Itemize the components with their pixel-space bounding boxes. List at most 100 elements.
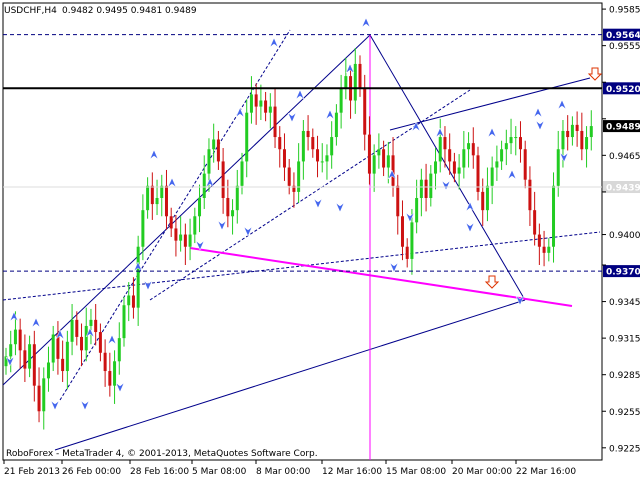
candle-body xyxy=(377,149,381,156)
level-label: 0.9520 xyxy=(606,85,640,95)
candle-body xyxy=(264,100,268,113)
y-tick-label: 0.9285 xyxy=(609,371,640,381)
candle-body xyxy=(131,295,135,308)
candle-body xyxy=(457,167,461,174)
candle-body xyxy=(415,197,419,223)
candle-body xyxy=(61,358,65,372)
candle-body xyxy=(495,161,499,168)
candle-body xyxy=(476,155,480,192)
candle-body xyxy=(537,234,541,247)
candle-body xyxy=(32,344,36,386)
candle-body xyxy=(443,137,447,150)
candle-body xyxy=(334,112,338,138)
candle-body xyxy=(556,149,560,186)
candle-body xyxy=(363,88,367,135)
candle-body xyxy=(509,137,513,144)
candle-body xyxy=(278,137,282,150)
candle-body xyxy=(42,378,46,412)
candle-body xyxy=(410,222,414,259)
candle-body xyxy=(424,179,428,198)
candle-body xyxy=(226,197,230,217)
x-tick-label: 26 Feb 00:00 xyxy=(62,467,121,477)
candle-body xyxy=(400,216,404,247)
candle-body xyxy=(367,134,371,174)
candle-body xyxy=(155,197,159,205)
level-label: 0.9564 xyxy=(606,31,640,41)
y-tick-label: 0.9585 xyxy=(609,6,640,16)
candle-body xyxy=(452,161,456,174)
ohlc-readout: 0.9482 0.9495 0.9481 0.9489 xyxy=(62,6,197,16)
candle-body xyxy=(528,179,532,211)
candle-body xyxy=(202,173,206,198)
candle-body xyxy=(193,216,197,235)
candle-body xyxy=(183,234,187,247)
candle-body xyxy=(316,149,320,162)
candle-body xyxy=(84,325,88,351)
level-label: 0.9489 xyxy=(606,123,640,133)
x-tick-label: 12 Mar 16:00 xyxy=(322,467,382,477)
x-tick-label: 28 Feb 16:00 xyxy=(130,467,189,477)
candle-body xyxy=(268,106,272,113)
candle-body xyxy=(179,234,183,241)
candle-body xyxy=(212,139,216,150)
candle-body xyxy=(311,137,315,150)
candle-body xyxy=(353,63,357,101)
candle-body xyxy=(169,216,173,229)
candle-body xyxy=(419,179,423,198)
y-tick-label: 0.9555 xyxy=(609,42,640,52)
candle-body xyxy=(89,319,93,326)
candle-body xyxy=(46,362,50,379)
candle-body xyxy=(240,161,244,186)
candle-body xyxy=(245,112,249,162)
candle-body xyxy=(434,161,438,174)
candle-body xyxy=(287,167,291,186)
candle-body xyxy=(575,124,579,131)
candle-body xyxy=(429,173,433,198)
candle-body xyxy=(80,336,84,351)
candle-body xyxy=(174,228,178,241)
candle-body xyxy=(500,149,504,162)
candle-body xyxy=(65,341,69,372)
candle-body xyxy=(103,352,107,372)
candle-body xyxy=(552,185,556,247)
candle-body xyxy=(358,63,362,89)
candle-body xyxy=(306,130,310,138)
candle-body xyxy=(18,329,22,351)
candle-body xyxy=(547,246,551,253)
candle-body xyxy=(405,246,409,259)
candle-body xyxy=(566,130,570,138)
candle-body xyxy=(589,126,593,138)
candle-body xyxy=(273,106,277,138)
copyright-text: RoboForex - MetaTrader 4, © 2001-2013, M… xyxy=(6,449,318,459)
candle-body xyxy=(570,124,574,138)
candle-body xyxy=(198,197,202,217)
candle-body xyxy=(216,139,220,162)
candle-body xyxy=(98,332,102,353)
x-tick-label: 15 Mar 08:00 xyxy=(386,467,446,477)
candle-body xyxy=(325,155,329,162)
candle-body xyxy=(141,210,145,247)
candle-body xyxy=(259,100,263,107)
candle-body xyxy=(113,361,117,386)
candle-body xyxy=(188,234,192,247)
candle-body xyxy=(9,344,13,357)
candle-body xyxy=(448,149,452,162)
candle-body xyxy=(70,319,74,342)
candle-body xyxy=(23,350,27,369)
candle-body xyxy=(438,137,442,162)
candle-body xyxy=(207,149,211,174)
candle-body xyxy=(561,130,565,150)
candle-body xyxy=(221,161,225,198)
candle-body xyxy=(282,149,286,168)
y-tick-label: 0.9255 xyxy=(609,408,640,418)
y-tick-label: 0.9315 xyxy=(609,335,640,345)
candle-body xyxy=(146,185,150,211)
candle-body xyxy=(523,149,527,180)
candle-body xyxy=(122,305,126,339)
x-tick-label: 21 Feb 2013 xyxy=(4,467,60,477)
candle-body xyxy=(339,88,343,113)
candle-body xyxy=(254,94,258,107)
symbol-timeframe: USDCHF,H4 xyxy=(4,6,57,16)
candle-body xyxy=(51,334,55,363)
candle-body xyxy=(518,137,522,150)
